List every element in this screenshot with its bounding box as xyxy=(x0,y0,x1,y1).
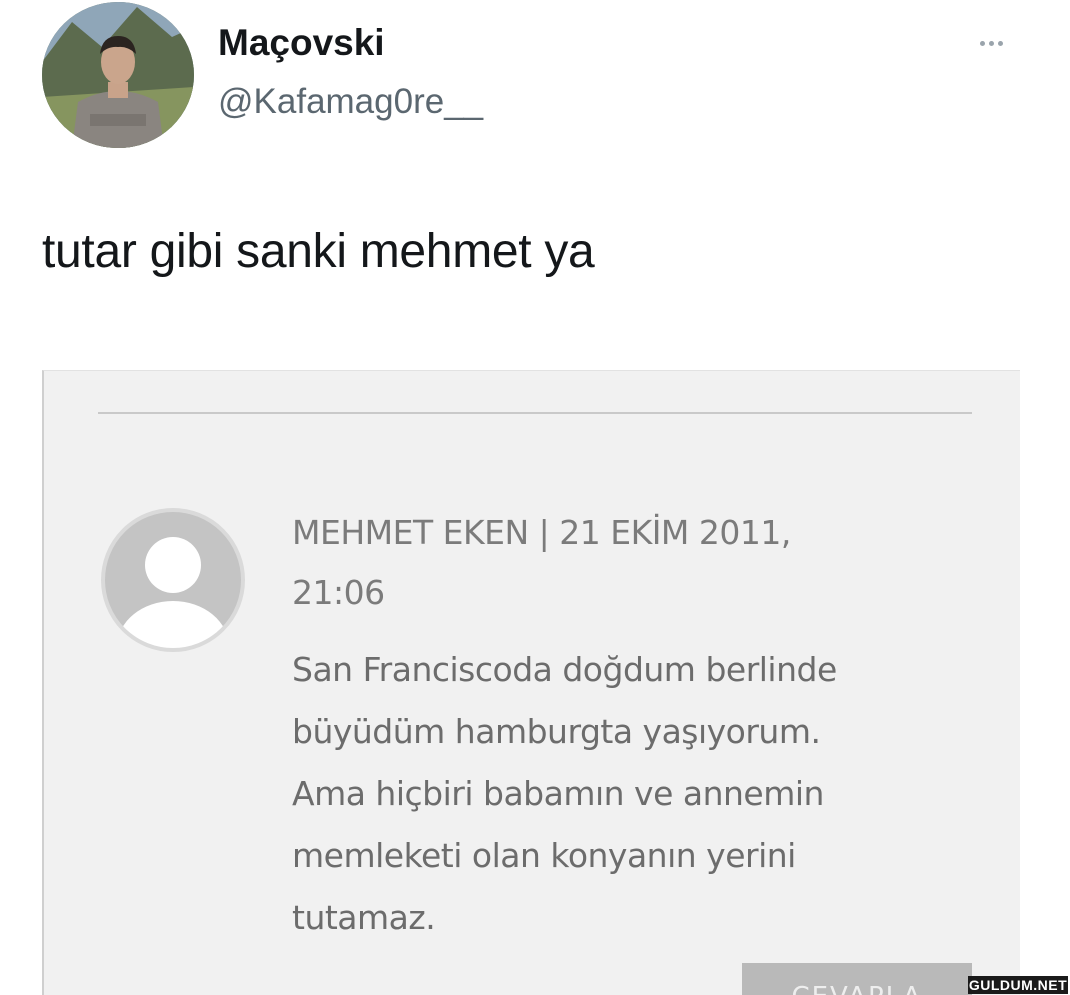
dot xyxy=(998,40,1003,46)
dot xyxy=(989,40,994,46)
default-user-icon xyxy=(100,507,246,653)
tweet-text: tutar gibi sanki mehmet ya xyxy=(42,225,595,278)
comment-body-line: San Franciscoda doğdum berlinde xyxy=(292,650,837,689)
profile-avatar[interactable] xyxy=(42,2,194,148)
comment-body-line: tutamaz. xyxy=(292,898,436,937)
author-display-name[interactable]: Maçovski xyxy=(218,22,385,64)
comment-body-line: Ama hiçbiri babamın ve annemin xyxy=(292,774,824,813)
comment-body-line: büyüdüm hamburgta yaşıyorum. xyxy=(292,712,821,751)
comment-time: 21:06 xyxy=(292,573,385,612)
comment-body-line: memleketi olan konyanın yerini xyxy=(292,836,796,875)
author-handle[interactable]: @Kafamag0re__ xyxy=(218,82,483,122)
comment-body: San Franciscoda doğdum berlinde büyüdüm … xyxy=(292,639,982,949)
divider xyxy=(98,412,972,414)
embedded-comment-image: MEHMET EKEN | 21 EKİM 2011, 21:06 San Fr… xyxy=(42,370,1020,995)
comment-author-date: MEHMET EKEN | 21 EKİM 2011, xyxy=(292,513,791,552)
comment-meta: MEHMET EKEN | 21 EKİM 2011, 21:06 xyxy=(292,503,952,623)
dot xyxy=(980,40,985,46)
profile-photo-icon xyxy=(42,2,194,148)
ellipsis-icon[interactable] xyxy=(980,36,1020,50)
reply-button[interactable]: CEVAPLA xyxy=(742,963,972,995)
site-watermark: GULDUM.NET xyxy=(968,976,1068,994)
